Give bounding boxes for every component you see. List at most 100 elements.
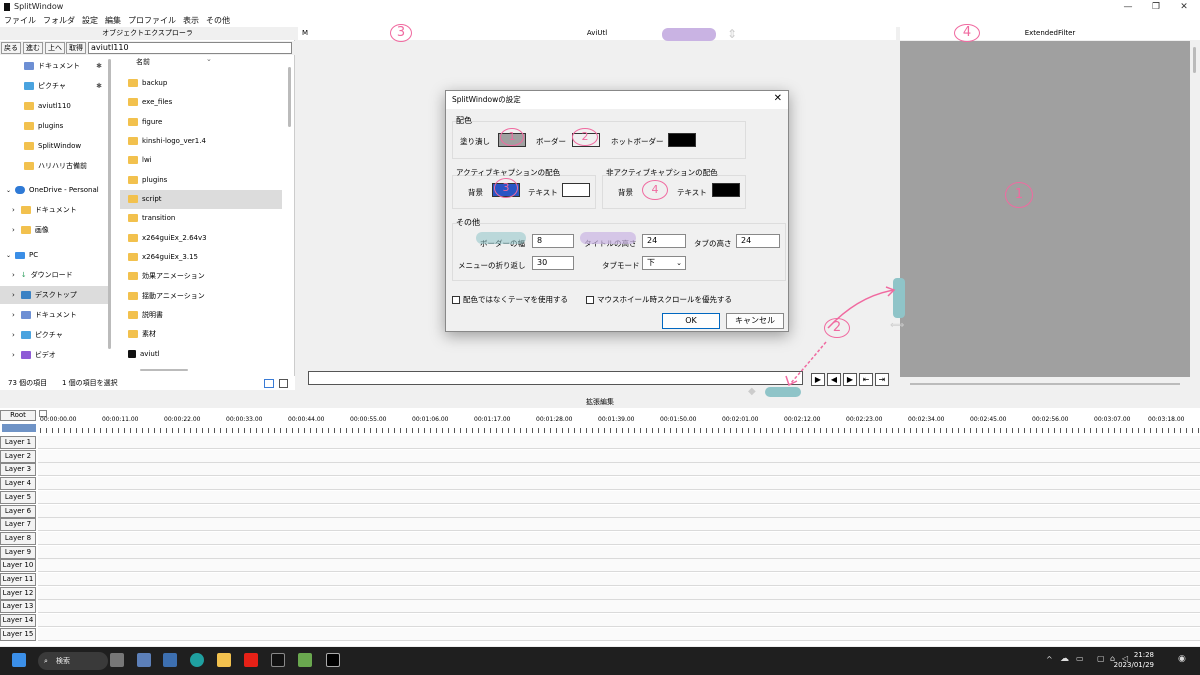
tree-item[interactable]: ⌄ PC [0,246,108,264]
app-icon-ip[interactable] [271,653,285,667]
back-button[interactable]: 戻る [1,42,21,54]
tree-item[interactable]: › ピクチャ [0,326,108,344]
widgets-icon[interactable] [137,653,151,667]
file-item[interactable]: 素材 [120,325,282,344]
details-view-icon[interactable] [264,379,274,388]
tree-item-selected[interactable]: › デスクトップ [0,286,108,304]
task-view-icon[interactable] [110,653,124,667]
file-list-scrollbar[interactable] [288,67,291,127]
tree-item[interactable]: › ↓ ダウンロード [0,266,108,284]
layer-track[interactable] [38,600,1200,614]
close-button[interactable]: ✕ [1170,0,1198,14]
wheel-scroll-checkbox[interactable]: マウスホイール時スクロールを優先する [586,294,732,305]
start-icon[interactable] [12,653,26,667]
get-button[interactable]: 取得 [66,42,86,54]
tree-item[interactable]: › ドキュメント [0,201,108,219]
tab-mode-select[interactable]: 下 ⌄ [642,256,686,270]
menu-settings[interactable]: 設定 [82,14,98,27]
file-item[interactable]: 揺動アニメーション [120,287,282,306]
menu-folder[interactable]: フォルダ [43,14,75,27]
cloud-icon[interactable]: ☁ [1060,654,1069,664]
root-button[interactable]: Root [0,410,36,421]
menu-wrap-input[interactable]: 30 [532,256,574,270]
layer-header[interactable]: Layer 14 [0,614,36,628]
zoom-bar[interactable] [2,424,36,432]
file-item[interactable]: figure [120,113,282,132]
extended-filter-hscrollbar[interactable] [910,383,1180,385]
layer-track[interactable] [38,627,1200,641]
border-width-input[interactable]: 8 [532,234,574,248]
file-item[interactable]: plugins [120,171,282,190]
file-item[interactable]: transition [120,209,282,228]
thumbnail-view-icon[interactable] [279,379,288,388]
file-explorer-icon[interactable] [217,653,231,667]
layer-header[interactable]: Layer 3 [0,463,36,477]
tree-item[interactable]: › ドキュメント [0,306,108,324]
extended-filter-scrollbar[interactable] [1193,47,1196,73]
path-input[interactable]: aviutl110 [88,42,292,54]
chevron-up-icon[interactable]: ^ [1046,655,1053,664]
file-item[interactable]: kinshi-logo_ver1.4 [120,132,282,151]
tree-item[interactable]: › ビデオ [0,346,108,364]
file-item[interactable]: 効果アニメーション [120,267,282,286]
display-icon[interactable]: ▢ [1097,654,1105,663]
tree-item[interactable]: ピクチャ ✱ [0,77,108,95]
layer-track[interactable] [38,518,1200,532]
layer-track[interactable] [38,614,1200,628]
tree-item[interactable]: ハリハリ古備前 [0,157,108,175]
layer-header[interactable]: Layer 9 [0,545,36,559]
layer-header[interactable]: Layer 7 [0,518,36,532]
file-item[interactable]: lwi [120,151,282,170]
up-button[interactable]: 上へ [45,42,65,54]
layer-track[interactable] [38,477,1200,491]
layer-header[interactable]: Layer 15 [0,627,36,641]
app-icon-green[interactable] [298,653,312,667]
file-item[interactable]: exe_files [120,93,282,112]
taskbar-clock[interactable]: 21:28 2023/01/29 [1114,650,1154,670]
layer-header[interactable]: Layer 5 [0,490,36,504]
layer-header[interactable]: Layer 4 [0,477,36,491]
file-item[interactable]: backup [120,74,282,93]
resize-handle-icon[interactable]: ⇕ [727,27,737,41]
dialog-close-icon[interactable]: ✕ [774,93,782,104]
tree-item[interactable]: SplitWindow [0,137,108,155]
tree-scrollbar[interactable] [108,59,111,349]
layer-header[interactable]: Layer 2 [0,449,36,463]
file-item[interactable]: x264guiEx_2.64v3 [120,229,282,248]
layer-track[interactable] [38,531,1200,545]
edge-icon[interactable] [190,653,204,667]
menu-file[interactable]: ファイル [4,14,36,27]
tree-item[interactable]: ドキュメント ✱ [0,57,108,75]
tree-item[interactable]: plugins [0,117,108,135]
file-item[interactable]: 説明書 [120,306,282,325]
layer-track[interactable] [38,504,1200,518]
tree-item[interactable]: › 画像 [0,221,108,239]
layer-header[interactable]: Layer 6 [0,504,36,518]
keyboard-icon[interactable]: ▭ [1076,654,1084,663]
file-item[interactable]: aviutl [120,345,282,364]
layer-track[interactable] [38,545,1200,559]
layer-track[interactable] [38,463,1200,477]
use-theme-checkbox[interactable]: 配色ではなくテーマを使用する [452,294,568,305]
ok-button[interactable]: OK [662,313,720,329]
menu-other[interactable]: その他 [206,14,230,27]
layer-header[interactable]: Layer 1 [0,436,36,449]
menu-profile[interactable]: プロファイル [128,14,176,27]
sort-chevron-icon[interactable]: ⌄ [206,57,212,59]
forward-button[interactable]: 進む [23,42,43,54]
layer-track[interactable] [38,449,1200,463]
layer-track[interactable] [38,586,1200,600]
notification-icon[interactable]: ◉ [1178,654,1186,664]
file-item[interactable]: x264guiEx_3.15 [120,248,282,267]
menu-view[interactable]: 表示 [183,14,199,27]
youtube-icon[interactable] [244,653,258,667]
layer-track[interactable] [38,559,1200,573]
title-height-input[interactable]: 24 [642,234,686,248]
layer-header[interactable]: Layer 10 [0,559,36,573]
layer-header[interactable]: Layer 11 [0,573,36,586]
layer-track[interactable] [38,436,1200,449]
layer-header[interactable]: Layer 13 [0,600,36,614]
name-column-header[interactable]: 名前 [136,57,150,67]
layer-header[interactable]: Layer 8 [0,531,36,545]
file-list-hscrollbar[interactable] [140,369,188,371]
